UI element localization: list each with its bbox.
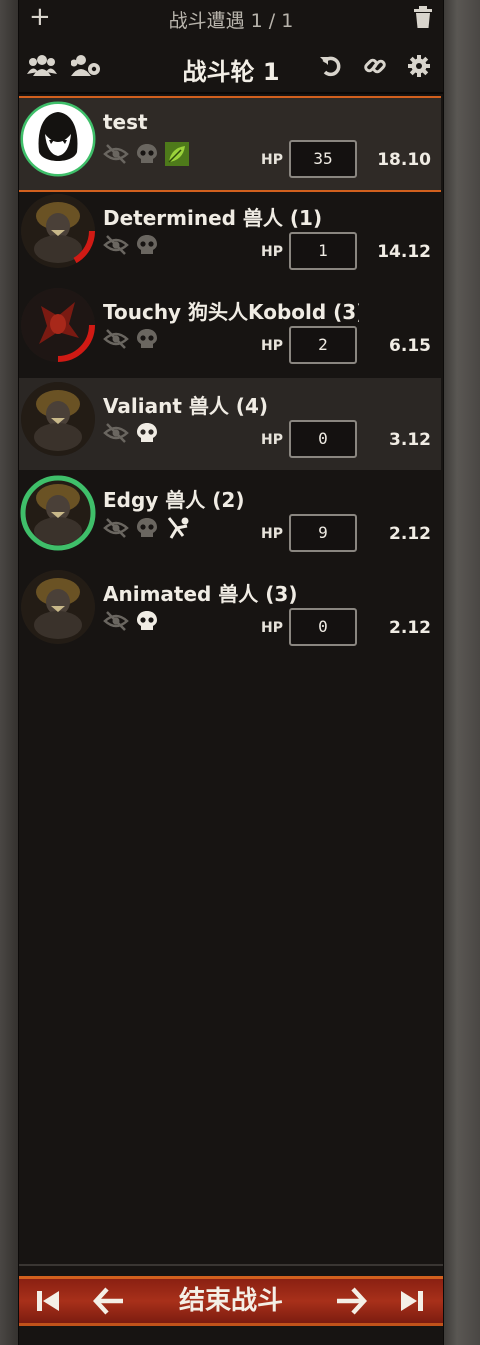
hp-input[interactable]: 0 <box>289 608 357 646</box>
hidden-eye-slash-icon[interactable] <box>103 611 129 635</box>
combatant-name: test <box>103 110 148 134</box>
hp-input[interactable]: 0 <box>289 420 357 458</box>
status-effect-leaf-icon <box>165 142 190 170</box>
health-ring <box>19 192 97 270</box>
last-turn-icon[interactable] <box>399 1279 425 1323</box>
window-edge-left <box>0 0 18 1345</box>
combatant-name: Valiant 兽人 (4) <box>103 394 269 418</box>
initiative-value[interactable]: 14.12 <box>367 242 431 262</box>
hidden-eye-slash-icon[interactable] <box>103 423 129 447</box>
next-turn-arrow-icon[interactable] <box>335 1279 368 1323</box>
hp-label: HP <box>261 152 283 168</box>
hp-input[interactable]: 1 <box>289 232 357 270</box>
round-header: 战斗轮 1 <box>19 44 443 90</box>
combatant-name: Touchy 狗头人Kobold (3) <box>103 300 359 324</box>
hidden-eye-slash-icon[interactable] <box>103 235 129 259</box>
settings-gear-icon[interactable] <box>407 54 431 82</box>
link-icon[interactable] <box>363 54 387 82</box>
combatant-name: Animated 兽人 (3) <box>103 582 298 606</box>
combat-tracker-panel: + 战斗遭遇 1 / 1 战斗轮 1 test HP 35 18.10 Dete… <box>18 0 444 1345</box>
hp-label: HP <box>261 526 283 542</box>
defeated-skull-icon[interactable] <box>136 610 158 636</box>
initiative-value[interactable]: 3.12 <box>367 430 431 450</box>
combat-controls: 结束战斗 <box>19 1276 443 1326</box>
hp-input[interactable]: 35 <box>289 140 357 178</box>
status-effect-prone-icon <box>165 516 191 544</box>
defeated-skull-icon[interactable] <box>136 328 158 354</box>
status-icons <box>103 422 160 446</box>
initiative-value[interactable]: 6.15 <box>367 336 431 356</box>
status-icons <box>103 610 160 634</box>
reset-initiative-icon[interactable] <box>319 54 343 82</box>
status-icons <box>103 142 191 166</box>
combatant-row[interactable]: Touchy 狗头人Kobold (3) HP 2 6.15 <box>19 284 441 376</box>
hidden-eye-slash-icon[interactable] <box>103 518 129 542</box>
combatant-row[interactable]: Valiant 兽人 (4) HP 0 3.12 <box>19 378 441 470</box>
status-icons <box>103 516 193 540</box>
avatar <box>21 570 95 644</box>
avatar <box>21 382 95 456</box>
hp-label: HP <box>261 620 283 636</box>
hp-input[interactable]: 2 <box>289 326 357 364</box>
end-combat-button[interactable]: 结束战斗 <box>99 1279 363 1323</box>
combatant-row[interactable]: Determined 兽人 (1) HP 1 14.12 <box>19 190 441 282</box>
combatant-row[interactable]: Animated 兽人 (3) HP 0 2.12 <box>19 566 441 658</box>
defeated-skull-icon[interactable] <box>136 517 158 543</box>
defeated-skull-icon[interactable] <box>136 143 158 169</box>
turn-ring-green <box>19 474 97 552</box>
hidden-eye-slash-icon[interactable] <box>103 144 129 168</box>
first-turn-icon[interactable] <box>35 1279 61 1323</box>
health-ring <box>19 286 97 364</box>
hp-label: HP <box>261 432 283 448</box>
encounter-counter: 战斗遭遇 1 / 1 <box>168 10 294 32</box>
combatant-row[interactable]: Edgy 兽人 (2) HP 9 2.12 <box>19 472 441 564</box>
initiative-value[interactable]: 18.10 <box>367 150 431 170</box>
encounter-header: + 战斗遭遇 1 / 1 <box>19 0 443 36</box>
hp-label: HP <box>261 244 283 260</box>
defeated-skull-icon[interactable] <box>136 234 158 260</box>
combatant-name: Determined 兽人 (1) <box>103 206 323 230</box>
window-edge-right <box>442 0 480 1345</box>
header-divider <box>19 92 443 94</box>
hp-input[interactable]: 9 <box>289 514 357 552</box>
combatant-row[interactable]: test HP 35 18.10 <box>19 96 441 192</box>
hp-label: HP <box>261 338 283 354</box>
defeated-skull-icon[interactable] <box>136 422 158 448</box>
combatant-name: Edgy 兽人 (2) <box>103 488 245 512</box>
status-icons <box>103 234 160 258</box>
delete-encounter-trash-icon[interactable] <box>413 6 433 32</box>
status-icons <box>103 328 160 352</box>
hidden-eye-slash-icon[interactable] <box>103 329 129 353</box>
initiative-value[interactable]: 2.12 <box>367 618 431 638</box>
avatar <box>23 104 93 174</box>
footer-divider <box>19 1264 443 1266</box>
initiative-value[interactable]: 2.12 <box>367 524 431 544</box>
